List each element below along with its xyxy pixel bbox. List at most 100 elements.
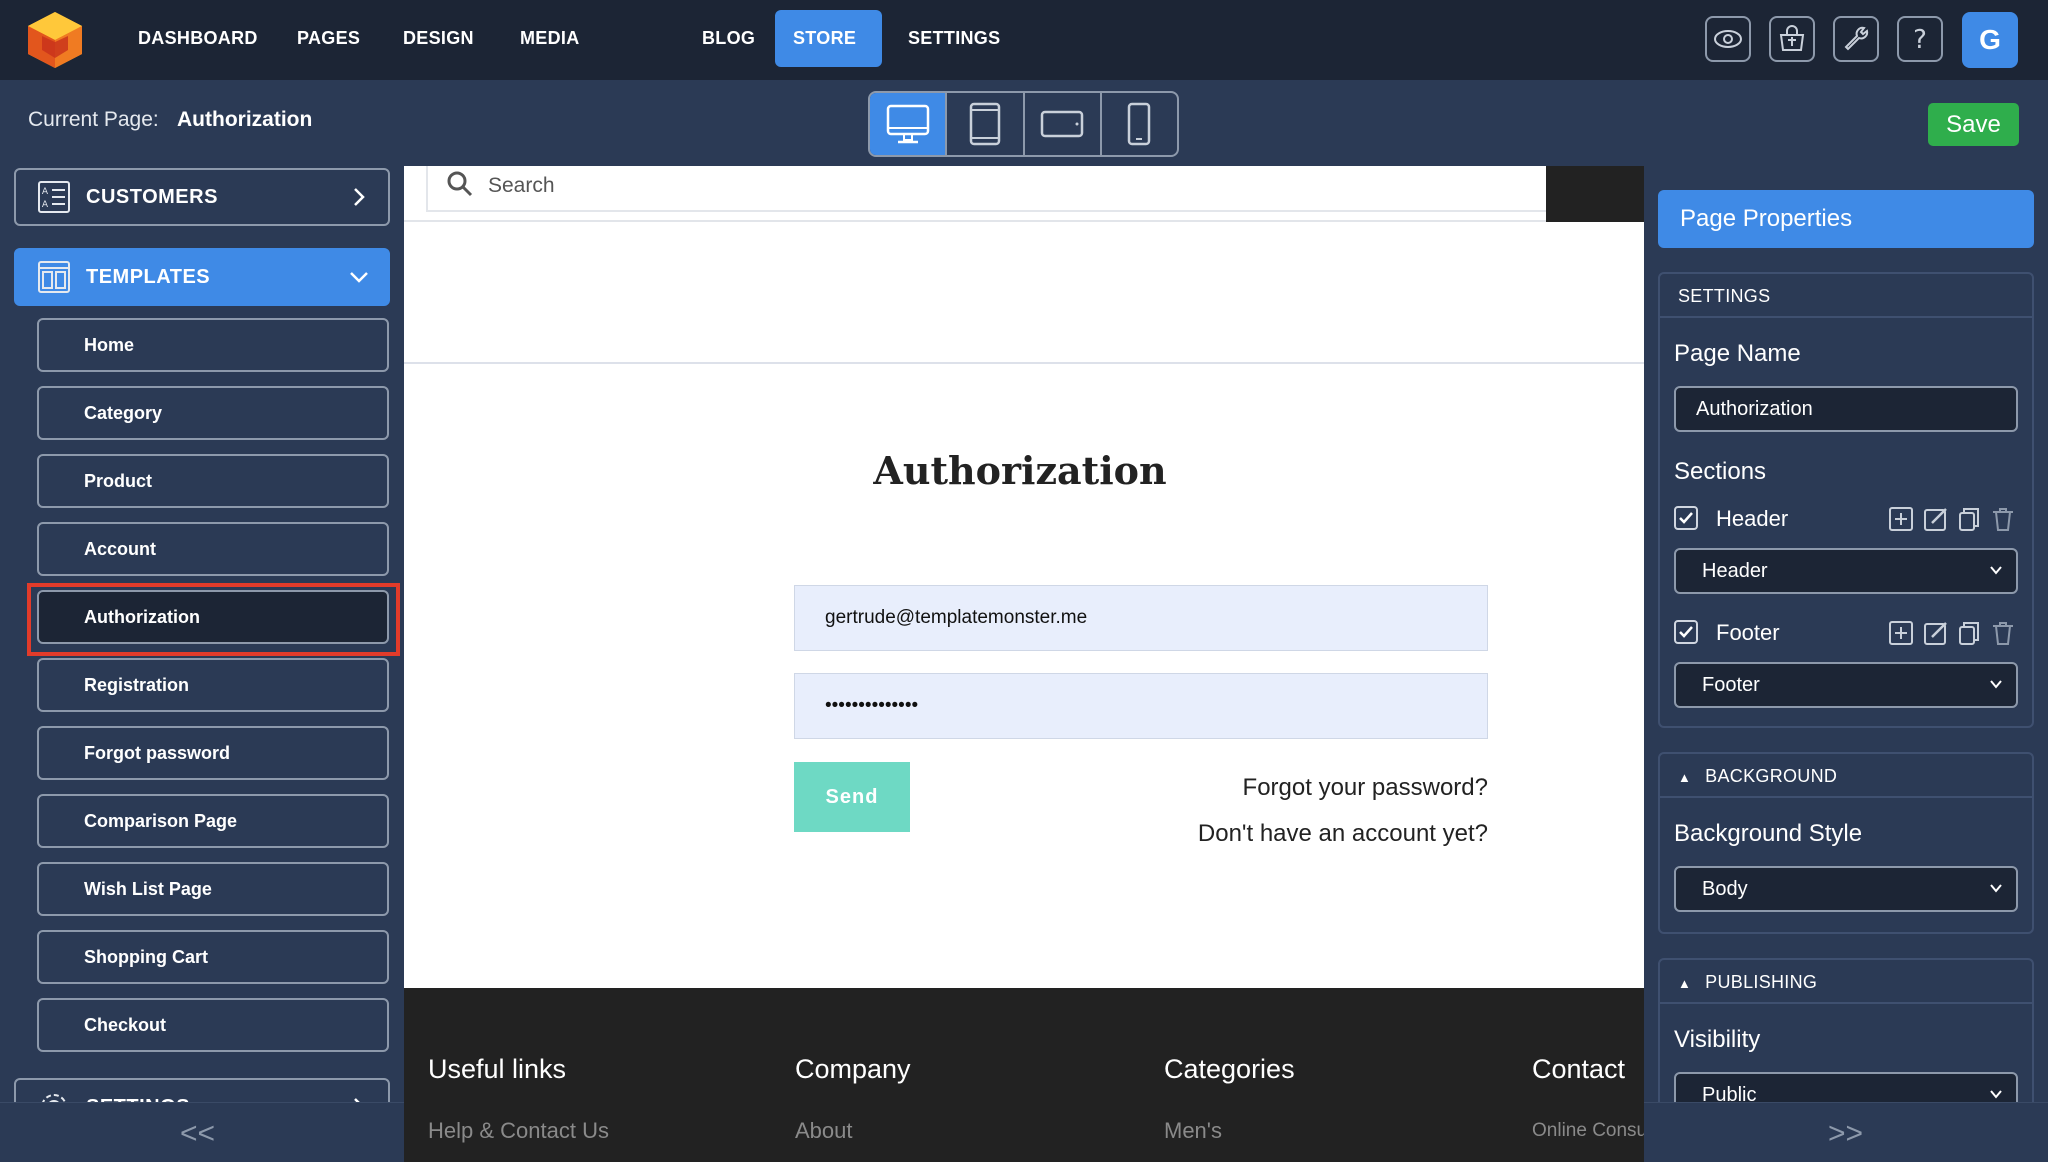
edit-icon[interactable] bbox=[1923, 506, 1949, 532]
search-input[interactable] bbox=[488, 168, 1488, 204]
settings-card: SETTINGS Page Name Sections Header Heade… bbox=[1658, 272, 2034, 728]
page-properties-header: Page Properties bbox=[1658, 190, 2034, 248]
background-card-header[interactable]: ▲ BACKGROUND bbox=[1660, 754, 2032, 798]
tools-button[interactable] bbox=[1833, 16, 1879, 62]
settings-card-title: SETTINGS bbox=[1660, 274, 2032, 318]
footer-link[interactable]: About bbox=[795, 1118, 853, 1144]
template-item-label: Account bbox=[84, 539, 156, 559]
desktop-icon bbox=[886, 104, 929, 144]
background-style-value: Body bbox=[1702, 878, 1748, 900]
template-item-forgot-password[interactable]: Forgot password bbox=[37, 726, 389, 780]
header-section-label: Header bbox=[1716, 506, 1789, 531]
device-tablet-portrait-button[interactable] bbox=[947, 93, 1025, 155]
footer-section-label: Footer bbox=[1716, 620, 1780, 645]
header-checkbox[interactable] bbox=[1674, 506, 1698, 530]
save-button[interactable]: Save bbox=[1928, 103, 2019, 146]
footer-link[interactable]: Online Consu bbox=[1532, 1120, 1644, 1142]
current-page-label: Current Page: bbox=[28, 108, 159, 131]
preview-button[interactable] bbox=[1705, 16, 1751, 62]
collapse-triangle-icon: ▲ bbox=[1678, 770, 1692, 785]
user-avatar[interactable]: G bbox=[1962, 12, 2018, 68]
footer-col-title: Contact bbox=[1532, 1054, 1626, 1084]
sidebar-section-templates[interactable]: TEMPLATES bbox=[14, 248, 390, 306]
page-preview-canvas: Authorization Send Forgot your password?… bbox=[404, 166, 1644, 1162]
mobile-icon bbox=[1128, 102, 1151, 146]
panel-footer: >> bbox=[1644, 1102, 2048, 1162]
add-icon[interactable] bbox=[1888, 506, 1914, 532]
trash-icon[interactable] bbox=[1990, 620, 2016, 646]
device-switcher bbox=[868, 91, 1179, 157]
sidebar-footer: << bbox=[0, 1102, 404, 1162]
duplicate-icon[interactable] bbox=[1956, 620, 1982, 646]
selection-highlight bbox=[27, 583, 400, 656]
chevron-down-icon bbox=[1990, 884, 2002, 893]
email-field[interactable] bbox=[794, 585, 1488, 651]
device-mobile-button[interactable] bbox=[1102, 93, 1177, 155]
footer-col-title: Useful links bbox=[428, 1054, 567, 1084]
add-icon[interactable] bbox=[1888, 620, 1914, 646]
sidebar-section-customers[interactable]: AA CUSTOMERS bbox=[14, 168, 390, 226]
template-item-label: Forgot password bbox=[84, 743, 231, 763]
header-divider bbox=[404, 362, 1644, 364]
template-item-label: Shopping Cart bbox=[84, 947, 208, 967]
checkmark-icon bbox=[1679, 512, 1693, 524]
header-select[interactable]: Header bbox=[1674, 548, 2018, 594]
preview-search-bar bbox=[404, 166, 1644, 222]
top-navigation-bar: DASHBOARD PAGES DESIGN MEDIA LIBRARY BLO… bbox=[0, 0, 2048, 105]
template-item-wish-list-page[interactable]: Wish List Page bbox=[37, 862, 389, 916]
search-box bbox=[426, 166, 1550, 212]
template-item-home[interactable]: Home bbox=[37, 318, 389, 372]
device-tablet-landscape-button[interactable] bbox=[1025, 93, 1102, 155]
background-style-label: Background Style bbox=[1674, 820, 1863, 847]
nav-blog[interactable]: BLOG bbox=[684, 10, 773, 67]
app-logo[interactable] bbox=[24, 10, 86, 70]
trash-icon[interactable] bbox=[1990, 506, 2016, 532]
template-item-label: Comparison Page bbox=[84, 811, 238, 831]
nav-settings[interactable]: SETTINGS bbox=[890, 10, 1018, 67]
template-item-label: Home bbox=[84, 335, 135, 355]
nav-pages[interactable]: PAGES bbox=[279, 10, 378, 67]
chevron-down-icon bbox=[1990, 680, 2002, 689]
svg-text:A: A bbox=[42, 187, 49, 197]
store-basket-icon bbox=[1779, 25, 1805, 51]
password-field[interactable] bbox=[794, 673, 1488, 739]
template-item-category[interactable]: Category bbox=[37, 386, 389, 440]
eye-icon bbox=[1714, 30, 1742, 48]
templates-layout-icon bbox=[38, 261, 70, 293]
edit-icon[interactable] bbox=[1923, 620, 1949, 646]
template-item-registration[interactable]: Registration bbox=[37, 658, 389, 712]
publishing-card-header[interactable]: ▲ PUBLISHING bbox=[1660, 960, 2032, 1004]
page-toolbar: Current Page: Authorization Save bbox=[0, 80, 2048, 166]
expand-panel-button[interactable]: >> bbox=[1828, 1117, 1863, 1151]
duplicate-icon[interactable] bbox=[1956, 506, 1982, 532]
template-item-label: Product bbox=[84, 471, 153, 491]
sections-label: Sections bbox=[1674, 458, 1767, 485]
template-item-account[interactable]: Account bbox=[37, 522, 389, 576]
nav-store[interactable]: STORE bbox=[775, 10, 882, 67]
help-button[interactable]: ? bbox=[1897, 16, 1943, 62]
device-desktop-button[interactable] bbox=[870, 93, 948, 155]
footer-link[interactable]: Men's bbox=[1164, 1118, 1222, 1144]
background-style-select[interactable]: Body bbox=[1674, 866, 2018, 912]
footer-link[interactable]: Help & Contact Us bbox=[428, 1118, 609, 1144]
template-item-comparison-page[interactable]: Comparison Page bbox=[37, 794, 389, 848]
tablet-portrait-icon bbox=[969, 102, 1001, 146]
template-item-product[interactable]: Product bbox=[37, 454, 389, 508]
collapse-sidebar-button[interactable]: << bbox=[180, 1117, 215, 1151]
nav-media-library[interactable]: MEDIA LIBRARY bbox=[502, 10, 619, 105]
right-properties-panel: Page Properties SETTINGS Page Name Secti… bbox=[1644, 166, 2048, 1162]
nav-design[interactable]: DESIGN bbox=[385, 10, 492, 67]
template-item-label: Category bbox=[84, 403, 163, 423]
footer-checkbox[interactable] bbox=[1674, 620, 1698, 644]
page-name-input[interactable] bbox=[1674, 386, 2018, 432]
help-icon: ? bbox=[1913, 25, 1927, 53]
template-item-shopping-cart[interactable]: Shopping Cart bbox=[37, 930, 389, 984]
footer-select[interactable]: Footer bbox=[1674, 662, 2018, 708]
register-link[interactable]: Don't have an account yet? bbox=[1198, 820, 1488, 848]
send-button[interactable]: Send bbox=[794, 762, 910, 832]
templates-label: TEMPLATES bbox=[86, 266, 211, 288]
forgot-password-link[interactable]: Forgot your password? bbox=[1243, 774, 1488, 802]
template-item-checkout[interactable]: Checkout bbox=[37, 998, 389, 1052]
nav-dashboard[interactable]: DASHBOARD bbox=[120, 10, 276, 67]
store-button[interactable] bbox=[1769, 16, 1815, 62]
